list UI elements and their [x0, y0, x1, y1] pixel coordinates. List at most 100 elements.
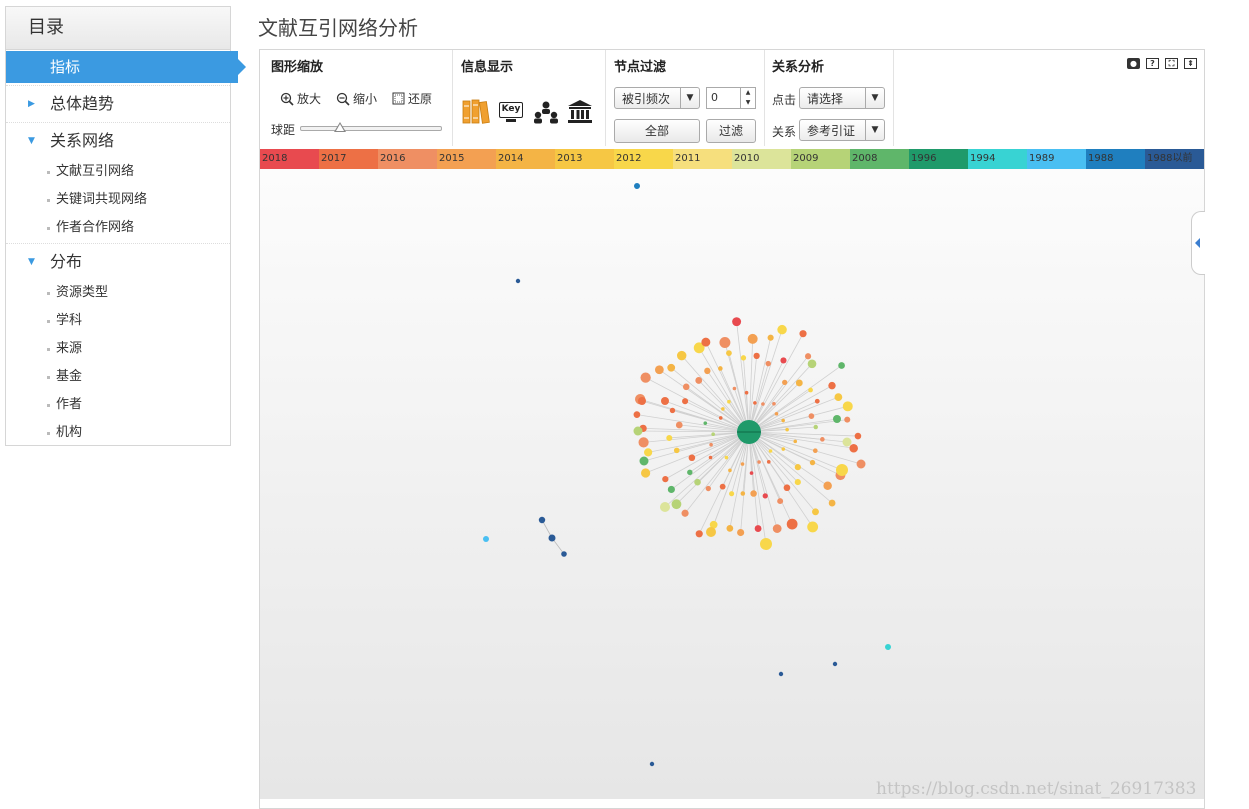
reset-button[interactable]: 还原: [392, 90, 432, 107]
graph-node[interactable]: [654, 365, 664, 375]
graph-node[interactable]: [772, 524, 782, 533]
books-icon[interactable]: [462, 99, 490, 125]
graph-node[interactable]: [719, 483, 726, 490]
graph-node[interactable]: [667, 485, 675, 494]
year-cell[interactable]: 1996: [909, 149, 968, 169]
graph-node[interactable]: [808, 387, 813, 393]
year-cell[interactable]: 2013: [555, 149, 614, 169]
sidebar-item-resource-type[interactable]: 资源类型: [6, 279, 230, 307]
graph-node[interactable]: [836, 464, 848, 476]
graph-node[interactable]: [795, 379, 803, 387]
graph-node[interactable]: [808, 413, 815, 419]
graph-node[interactable]: [701, 337, 711, 347]
graph-node[interactable]: [677, 350, 687, 361]
year-cell[interactable]: 2017: [319, 149, 378, 169]
graph-node[interactable]: [809, 459, 816, 466]
graph-node[interactable]: [561, 551, 567, 557]
graph-node[interactable]: [661, 397, 669, 405]
graph-node[interactable]: [833, 415, 841, 423]
graph-node[interactable]: [660, 502, 670, 512]
camera-icon[interactable]: ●: [1127, 58, 1140, 69]
graph-node[interactable]: [747, 333, 758, 344]
graph-node[interactable]: [724, 455, 729, 460]
sidebar-item-indicators[interactable]: 指标: [6, 51, 246, 83]
graph-node[interactable]: [782, 379, 788, 386]
graph-node[interactable]: [740, 491, 746, 496]
year-cell[interactable]: 2011: [673, 149, 732, 169]
sidebar-item-fund[interactable]: 基金: [6, 363, 230, 391]
graph-node[interactable]: [793, 439, 798, 444]
graph-node[interactable]: [786, 518, 798, 530]
graph-node[interactable]: [682, 398, 689, 405]
graph-node[interactable]: [778, 671, 784, 677]
graph-node[interactable]: [838, 362, 845, 369]
graph-node[interactable]: [638, 437, 649, 448]
graph-node[interactable]: [681, 509, 689, 517]
graph-node[interactable]: [639, 456, 649, 466]
spinner-icon[interactable]: ▲ ▼: [740, 88, 755, 108]
graph-node[interactable]: [638, 397, 646, 405]
graph-node[interactable]: [842, 401, 853, 412]
graph-node[interactable]: [704, 367, 711, 375]
sidebar-item-citation-network[interactable]: 文献互引网络: [6, 158, 230, 186]
filter-button[interactable]: 过滤: [706, 119, 756, 143]
graph-node[interactable]: [812, 508, 819, 516]
graph-node[interactable]: [762, 493, 768, 499]
graph-node[interactable]: [718, 366, 723, 371]
graph-node[interactable]: [634, 183, 640, 189]
graph-node[interactable]: [708, 455, 713, 460]
graph-node[interactable]: [766, 460, 771, 464]
graph-node[interactable]: [687, 469, 693, 476]
zoom-in-button[interactable]: 放大: [280, 90, 321, 107]
year-cell[interactable]: 1989: [1027, 149, 1086, 169]
help-icon[interactable]: ?: [1146, 58, 1159, 69]
graph-node[interactable]: [675, 421, 683, 429]
graph-node[interactable]: [695, 530, 703, 538]
graph-node[interactable]: [799, 330, 807, 338]
graph-node[interactable]: [832, 661, 838, 667]
graph-node[interactable]: [794, 478, 801, 486]
year-cell[interactable]: 2018: [260, 149, 319, 169]
year-cell[interactable]: 1994: [968, 149, 1027, 169]
graph-node[interactable]: [711, 432, 715, 437]
graph-node[interactable]: [673, 447, 680, 454]
filter-threshold-input[interactable]: 0 ▲ ▼: [706, 87, 756, 109]
sidebar-item-author[interactable]: 作者: [6, 391, 230, 419]
pin-icon[interactable]: ⇞: [1184, 58, 1197, 69]
graph-node[interactable]: [726, 350, 732, 356]
graph-node[interactable]: [783, 484, 791, 492]
year-cell[interactable]: 2016: [378, 149, 437, 169]
graph-node[interactable]: [772, 401, 776, 406]
graph-node[interactable]: [807, 359, 817, 369]
graph-node[interactable]: [777, 324, 787, 335]
graph-node[interactable]: [823, 481, 832, 491]
graph-node[interactable]: [750, 490, 757, 497]
graph-node[interactable]: [804, 353, 812, 360]
graph-node[interactable]: [662, 475, 669, 483]
graph-node[interactable]: [682, 383, 690, 391]
graph-node[interactable]: [694, 478, 701, 486]
graph-node[interactable]: [744, 390, 749, 395]
graph-node[interactable]: [538, 516, 546, 524]
graph-node[interactable]: [640, 372, 651, 383]
graph-node[interactable]: [781, 418, 785, 423]
graph-node[interactable]: [515, 278, 521, 284]
year-cell[interactable]: 2015: [437, 149, 496, 169]
sidebar-group-network[interactable]: ▼ 关系网络: [6, 122, 230, 158]
graph-node[interactable]: [737, 528, 745, 537]
graph-node[interactable]: [753, 401, 757, 405]
graph-node[interactable]: [856, 459, 866, 469]
graph-node[interactable]: [820, 437, 825, 442]
graph-node[interactable]: [765, 360, 771, 367]
graph-node[interactable]: [761, 402, 765, 406]
graph-node[interactable]: [814, 398, 820, 404]
people-icon[interactable]: [532, 100, 560, 124]
graph-node[interactable]: [780, 357, 787, 364]
graph-node[interactable]: [777, 498, 784, 505]
graph-node[interactable]: [754, 525, 762, 532]
graph-node[interactable]: [728, 468, 732, 473]
graph-node[interactable]: [727, 399, 731, 404]
relation-select[interactable]: 参考引证 ▼: [799, 119, 885, 141]
year-cell[interactable]: 2008: [850, 149, 909, 169]
graph-node[interactable]: [767, 334, 774, 341]
